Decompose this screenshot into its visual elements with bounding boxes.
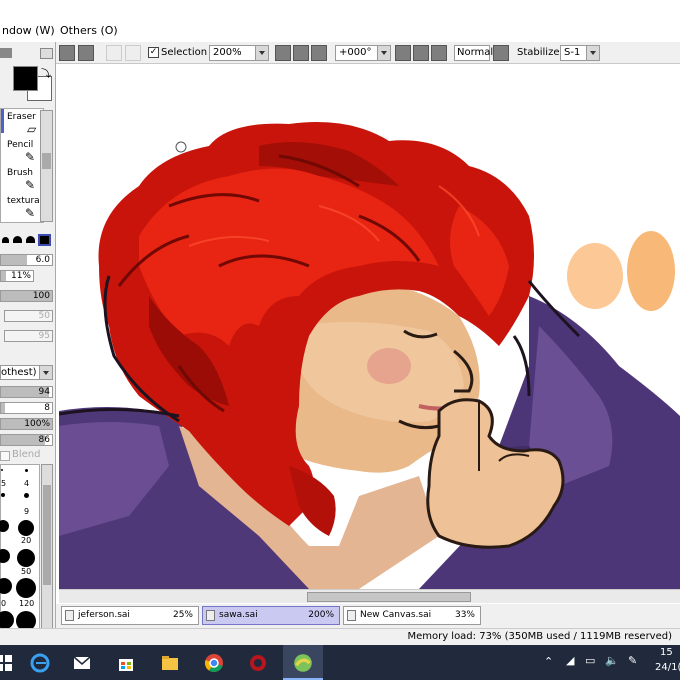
panel-toggle-icon[interactable]: [0, 48, 12, 58]
memory-load-text: Memory load: 73% (350MB used / 1119MB re…: [407, 631, 672, 642]
document-icon: [347, 610, 356, 621]
file-explorer-icon[interactable]: [160, 653, 180, 673]
rotate-left-button[interactable]: [395, 45, 411, 61]
deselect-button[interactable]: [106, 45, 122, 61]
show-hidden-icons[interactable]: ⌃: [544, 655, 553, 668]
tab-jeferson[interactable]: jeferson.sai 25%: [61, 606, 199, 625]
zoom-in-button[interactable]: [293, 45, 309, 61]
disabled-slider-2: 95: [4, 330, 53, 342]
paint-tool-sai-icon: [294, 654, 312, 672]
brush-size-presets[interactable]: 5 4 9 20 50 0 120: [0, 464, 40, 630]
network-icon[interactable]: ◢: [566, 654, 574, 667]
painting-artwork: [59, 122, 680, 589]
param-slider-1[interactable]: 94: [0, 386, 53, 398]
tool-list: Eraser ▱ Pencil ✎ Brush ✎ textura ✎: [0, 108, 44, 223]
invert-selection-button[interactable]: [125, 45, 141, 61]
disabled-slider-1: 50: [4, 310, 53, 322]
eraser-icon: ▱: [27, 122, 37, 136]
document-icon: [206, 610, 215, 621]
chevron-down-icon: [377, 46, 390, 60]
tool-brush[interactable]: Brush: [7, 168, 33, 178]
clock-date[interactable]: 24/1(: [655, 662, 680, 673]
chevron-down-icon: [39, 366, 52, 379]
sai-window: ndow (W) Others (O) ✓ Selection 200% +00…: [0, 0, 680, 680]
toolbar: ✓ Selection 200% +000° Normal Stabilizer…: [56, 42, 680, 64]
zoom-value: 200%: [213, 47, 242, 58]
min-size-slider[interactable]: 11%: [0, 270, 34, 282]
brush-size-slider[interactable]: 6.0: [0, 254, 53, 266]
foreground-color-swatch[interactable]: [13, 66, 38, 91]
redo-button[interactable]: [78, 45, 94, 61]
canvas-tabs: jeferson.sai 25% sawa.sai 200% New Canva…: [56, 604, 680, 628]
param-slider-2[interactable]: 8: [0, 402, 53, 414]
store-icon[interactable]: [116, 653, 136, 673]
mail-icon[interactable]: [72, 653, 92, 673]
clock-time[interactable]: 15: [660, 647, 673, 658]
density-slider[interactable]: 100: [0, 290, 53, 302]
selected-tool-marker: [1, 109, 4, 133]
title-area: [0, 0, 680, 20]
panel-menu-button[interactable]: [40, 48, 53, 59]
rotation-value: +000°: [339, 47, 372, 58]
document-icon: [65, 610, 74, 621]
drawing-canvas[interactable]: [59, 66, 680, 589]
windows-taskbar: ⌃ ◢ ▭ 🔈 ✎ 15 24/1(: [0, 645, 680, 680]
selection-label: Selection: [161, 47, 208, 58]
scrollbar-thumb[interactable]: [307, 592, 471, 602]
zoom-reset-button[interactable]: [311, 45, 327, 61]
stabilizer-label: Stabilizer: [517, 47, 564, 58]
textura-icon: ✎: [25, 206, 36, 220]
stabilizer-select[interactable]: S-1: [560, 45, 600, 61]
menu-window[interactable]: ndow (W): [2, 24, 55, 37]
brush-shape-row[interactable]: [0, 233, 55, 247]
tool-list-scrollbar[interactable]: [40, 110, 53, 222]
chevron-down-icon: [255, 46, 268, 60]
tool-panel: ⤵ Eraser ▱ Pencil ✎ Brush ✎ textura ✎ 6.…: [0, 42, 56, 630]
tool-pencil[interactable]: Pencil: [7, 140, 33, 150]
pen-icon[interactable]: ✎: [628, 654, 637, 667]
menu-bar: ndow (W) Others (O): [0, 20, 680, 42]
volume-icon[interactable]: 🔈: [605, 654, 619, 667]
param-slider-4[interactable]: 86: [0, 434, 53, 446]
selection-checkbox[interactable]: ✓: [148, 47, 159, 58]
status-bar: Memory load: 73% (350MB used / 1119MB re…: [0, 628, 680, 645]
app-red-icon[interactable]: [248, 653, 268, 673]
flip-button[interactable]: [493, 45, 509, 61]
tool-eraser[interactable]: Eraser: [7, 112, 36, 122]
rotate-right-button[interactable]: [413, 45, 429, 61]
tool-textura[interactable]: textura: [7, 196, 40, 206]
horizontal-scrollbar[interactable]: [59, 589, 680, 603]
rotate-reset-button[interactable]: [431, 45, 447, 61]
stabilizer-value: S-1: [564, 47, 581, 58]
windows-start-icon[interactable]: [0, 653, 14, 673]
taskbar-active-app[interactable]: [283, 645, 323, 680]
menu-others[interactable]: Others (O): [60, 24, 118, 37]
edge-browser-icon[interactable]: [30, 653, 50, 673]
brush-presets-scrollbar[interactable]: [41, 464, 53, 630]
chevron-down-icon: [586, 46, 599, 60]
texture-mode-select[interactable]: othest): [0, 365, 53, 380]
blend-mode-value: Normal: [457, 47, 494, 58]
tab-sawa[interactable]: sawa.sai 200%: [202, 606, 340, 625]
pencil-icon: ✎: [25, 150, 36, 164]
tab-new-canvas[interactable]: New Canvas.sai 33%: [343, 606, 481, 625]
undo-button[interactable]: [59, 45, 75, 61]
zoom-out-button[interactable]: [275, 45, 291, 61]
blend-mode-select[interactable]: Normal: [454, 45, 494, 61]
swap-colors-icon[interactable]: ⤵: [41, 65, 51, 80]
chrome-icon[interactable]: [204, 653, 224, 673]
param-slider-3[interactable]: 100%: [0, 418, 53, 430]
blend-label: Blend: [12, 449, 41, 460]
zoom-select[interactable]: 200%: [209, 45, 269, 61]
blend-checkbox[interactable]: [0, 451, 10, 461]
battery-icon[interactable]: ▭: [585, 654, 595, 667]
rotation-select[interactable]: +000°: [335, 45, 391, 61]
brush-icon: ✎: [25, 178, 36, 192]
